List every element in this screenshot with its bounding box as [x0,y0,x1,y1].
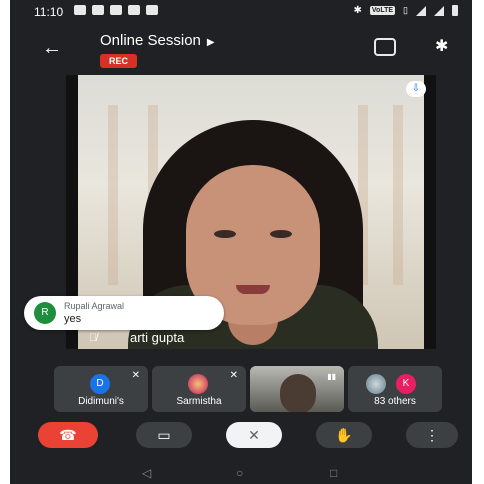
mic-muted-icon: 🎙̸ [89,332,98,344]
chat-message: yes [64,313,82,325]
curtain-fold [393,105,403,285]
back-arrow-icon[interactable]: ← [42,37,62,60]
instagram-icon [128,5,140,15]
participant-label: Didimuni's [78,396,124,407]
participant-name: arti gupta [130,330,185,345]
camera-button[interactable]: ▭ [136,422,192,448]
meeting-title-text: Online Session [100,32,201,49]
participant-tile-sarmistha[interactable]: ✕ Sarmistha [152,366,246,412]
pin-icon[interactable]: ⇩ [406,81,426,97]
mic-button[interactable]: ✕ [226,422,282,448]
eye [270,230,292,238]
mic-muted-icon: ✕ [229,370,238,381]
chat-notification[interactable]: R Rupali Agrawal yes [24,296,224,330]
self-video-tile[interactable]: ▮▮ [250,366,344,412]
chat-avatar: R [34,302,56,324]
nav-home-icon[interactable]: ○ [236,466,243,480]
participant-avatar-photo [188,374,208,394]
eye [214,230,236,238]
participant-avatar: D [90,374,110,394]
camera-icon: ▭ [157,427,171,443]
participant-avatar-photo [366,374,386,394]
phone-hangup-icon: ☎ [59,427,77,443]
participant-tile-others[interactable]: K 83 others [348,366,442,412]
nav-back-icon[interactable]: ◁ [142,466,151,480]
end-call-button[interactable]: ☎ [38,422,98,448]
more-options-button[interactable]: ⋮ [406,422,458,448]
whatsapp-icon [92,5,104,15]
mic-muted-icon: ✕ [131,370,140,381]
battery-icon [452,5,458,16]
switch-camera-icon[interactable] [374,38,396,56]
bluetooth-audio-icon[interactable]: ✱ [435,36,448,56]
recording-badge: REC [100,54,138,68]
raise-hand-button[interactable]: ✋ [316,422,372,448]
hand-icon: ✋ [335,427,353,443]
participant-label: Sarmistha [176,396,222,407]
signal-icon [416,5,426,16]
caret-right-icon: ▶ [206,37,215,48]
status-time: 11:10 [34,5,64,19]
participant-tile-didimuni[interactable]: D ✕ Didimuni's [54,366,148,412]
notification-icons [74,5,158,15]
participant-label: 83 others [374,396,416,407]
lte-badge: VoLTE [369,6,396,15]
chat-sender: Rupali Agrawal [64,301,125,311]
bluetooth-status-icon: ✱ [353,5,362,16]
more-vert-icon: ⋮ [425,427,439,443]
system-nav-bar: ◁ ○ □ [10,462,472,484]
video-notification-icon [74,5,86,15]
system-icons: ✱ VoLTE ▯ [354,5,458,16]
curtain-fold [108,105,118,285]
self-face [280,374,316,412]
nav-recents-icon[interactable]: □ [330,466,337,480]
signal-icon-2 [434,5,444,16]
mouth [236,285,270,294]
meeting-title[interactable]: Online Session ▶ [100,32,215,49]
mic-off-icon: ✕ [248,427,260,443]
facebook-icon [110,5,122,15]
youtube-icon [146,5,158,15]
status-bar: 11:10 ✱ VoLTE ▯ [10,0,472,22]
phone-screen: 11:10 ✱ VoLTE ▯ ← Online Session ▶ REC ✱ [10,0,472,484]
audio-level-icon: ▮▮ [327,372,336,381]
participant-avatar: K [396,374,416,394]
vibrate-icon: ▯ [403,5,408,15]
